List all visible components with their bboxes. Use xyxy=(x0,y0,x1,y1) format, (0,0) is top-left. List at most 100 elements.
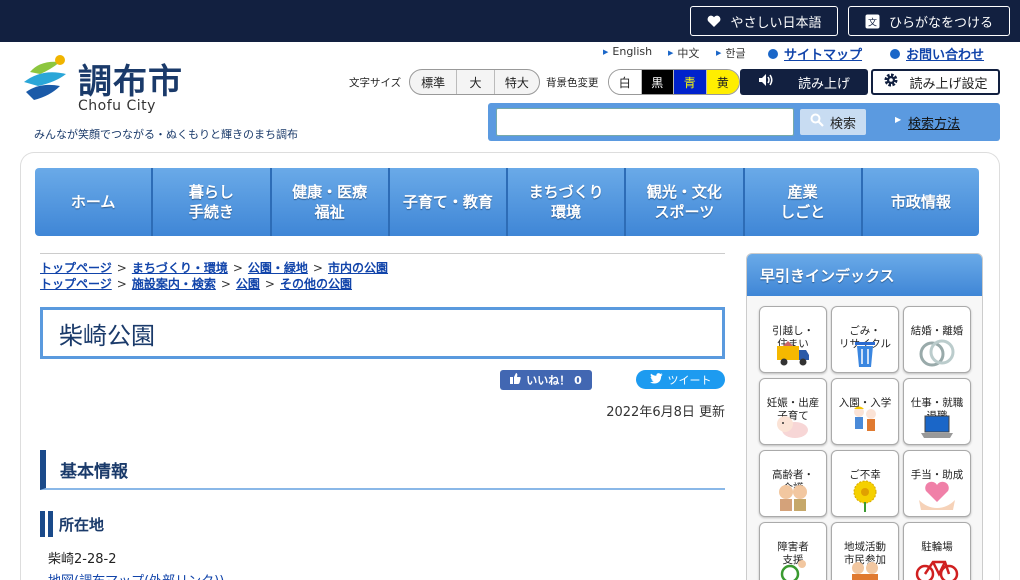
laptop-icon xyxy=(921,415,953,438)
city-logo[interactable]: 調布市 Chofu City xyxy=(20,52,200,118)
bg-color-selector: 白 黒 青 黄 xyxy=(608,69,740,95)
facebook-like-button[interactable]: いいね！ 0 xyxy=(500,370,592,390)
city-emblem-icon xyxy=(24,55,66,100)
bg-blue[interactable]: 青 xyxy=(674,70,707,94)
nav-town[interactable]: まちづくり 環境 xyxy=(508,168,627,236)
search-icon xyxy=(810,113,824,131)
quick-index-title: 早引きインデックス xyxy=(747,254,982,296)
index-tile-disability[interactable]: 障害者 支援 xyxy=(759,522,827,580)
index-tile-school[interactable]: 入園・入学 xyxy=(831,378,899,445)
search-button[interactable]: 検索 xyxy=(800,109,866,135)
search-help-link[interactable]: 検索方法 xyxy=(908,113,960,132)
bg-black[interactable]: 黒 xyxy=(641,70,674,94)
index-tile-community[interactable]: 地域活動 市民参加 xyxy=(831,522,899,580)
index-tile-pregnancy[interactable]: 妊娠・出産 子育て xyxy=(759,378,827,445)
furigana-button[interactable]: 文 ひらがなをつける xyxy=(848,6,1010,36)
gear-icon xyxy=(883,72,899,92)
search-bar: 検索 ▶ 検索方法 xyxy=(488,103,1000,141)
tweet-label: ツイート xyxy=(667,373,712,387)
people-icon xyxy=(852,562,878,580)
font-size-xlarge[interactable]: 特大 xyxy=(495,70,539,94)
global-nav: ホーム 暮らし 手続き 健康・医療 福祉 子育て・教育 まちづくり 環境 観光・… xyxy=(35,168,979,236)
city-name-romaji: Chofu City xyxy=(78,98,156,114)
index-tile-bereavement[interactable]: ご不幸 xyxy=(831,450,899,517)
index-tile-marriage[interactable]: 結婚・離婚 xyxy=(903,306,971,373)
nav-home[interactable]: ホーム xyxy=(35,168,154,236)
triangle-icon: ▶ xyxy=(603,47,609,56)
bicycle-icon xyxy=(915,560,959,580)
breadcrumb: トップページ > 施設案内・検索 > 公園 > その他の公園 xyxy=(40,277,352,291)
breadcrumb-link[interactable]: 施設案内・検索 xyxy=(132,277,216,291)
index-tile-elderly[interactable]: 高齢者・ 介護 xyxy=(759,450,827,517)
quick-index: 早引きインデックス 引越し・ 住まい ごみ・ リサイクル 結婚・離婚 妊娠・出産… xyxy=(746,253,983,580)
breadcrumb-link[interactable]: 市内の公園 xyxy=(328,261,388,275)
font-size-large[interactable]: 大 xyxy=(457,70,495,94)
triangle-icon: ▶ xyxy=(668,49,674,57)
lang-chinese-link[interactable]: ▶ 中文 xyxy=(668,45,699,61)
lang-english-label: English xyxy=(612,45,653,58)
nav-industry[interactable]: 産業 しごと xyxy=(745,168,863,236)
font-size-selector: 標準 大 特大 xyxy=(409,69,540,95)
map-link[interactable]: 地図(調布マップ(外部リンク)) xyxy=(48,570,224,580)
updated-date: 2022年6月8日 更新 xyxy=(606,405,725,420)
lang-korean-link[interactable]: ▶ 한글 xyxy=(716,45,746,61)
furigana-label: ひらがなをつける xyxy=(888,15,993,31)
heart-icon xyxy=(706,13,722,29)
read-aloud-label: 読み上げ xyxy=(797,76,850,92)
tile-label: 駐輪場 xyxy=(921,541,953,554)
index-tile-garbage[interactable]: ごみ・ リサイクル xyxy=(831,306,899,373)
easy-japanese-button[interactable]: やさしい日本語 xyxy=(690,6,838,36)
nav-tourism[interactable]: 観光・文化 スポーツ xyxy=(626,168,745,236)
read-settings-label: 読み上げ設定 xyxy=(909,76,988,92)
contact-link[interactable]: お問い合わせ xyxy=(890,44,984,63)
search-input[interactable] xyxy=(496,108,794,136)
city-tagline: みんなが笑顔でつながる・ぬくもりと輝きのまち調布 xyxy=(34,128,298,141)
svg-text:文: 文 xyxy=(868,16,877,28)
easy-japanese-label: やさしい日本語 xyxy=(730,15,822,31)
bullet-icon xyxy=(768,48,778,59)
wheelchair-icon xyxy=(780,560,806,580)
speaker-icon xyxy=(758,73,774,91)
heading-bars-icon xyxy=(40,511,53,537)
index-tile-moving[interactable]: 引越し・ 住まい xyxy=(759,306,827,373)
breadcrumb-link[interactable]: 公園 xyxy=(236,277,260,291)
rings-icon xyxy=(919,339,955,367)
breadcrumb-link[interactable]: その他の公園 xyxy=(280,277,352,291)
thumbs-up-icon xyxy=(510,373,521,387)
heart-hands-icon xyxy=(919,481,955,510)
nav-city-info[interactable]: 市政情報 xyxy=(863,168,979,236)
triangle-icon: ▶ xyxy=(716,49,722,57)
lang-chinese-label: 中文 xyxy=(677,47,700,60)
lang-english-link[interactable]: ▶ English xyxy=(603,45,652,58)
breadcrumb-link[interactable]: まちづくり・環境 xyxy=(132,261,228,275)
bg-white[interactable]: 白 xyxy=(609,70,642,94)
index-tile-bicycle-parking[interactable]: 駐輪場 xyxy=(903,522,971,580)
bg-color-label: 背景色変更 xyxy=(546,77,599,89)
sitemap-label[interactable]: サイトマップ xyxy=(784,44,862,63)
trash-can-icon xyxy=(855,342,875,367)
contact-label[interactable]: お問い合わせ xyxy=(906,44,984,63)
tweet-button[interactable]: ツイート xyxy=(636,370,725,389)
index-tile-work[interactable]: 仕事・就職 退職 xyxy=(903,378,971,445)
breadcrumb-link[interactable]: トップページ xyxy=(40,277,112,291)
nav-living[interactable]: 暮らし 手続き xyxy=(153,168,272,236)
nav-childcare[interactable]: 子育て・教育 xyxy=(390,168,508,236)
sitemap-link[interactable]: サイトマップ xyxy=(768,44,862,63)
like-label: いいね！ 0 xyxy=(526,374,582,387)
top-bar: やさしい日本語 文 ひらがなをつける xyxy=(0,0,1020,42)
font-size-standard[interactable]: 標準 xyxy=(410,70,458,94)
nav-health[interactable]: 健康・医療 福祉 xyxy=(272,168,390,236)
read-aloud-button[interactable]: 読み上げ xyxy=(740,69,868,95)
breadcrumb-link[interactable]: 公園・緑地 xyxy=(248,261,308,275)
bullet-icon xyxy=(890,48,900,59)
breadcrumb-link[interactable]: トップページ xyxy=(40,261,112,275)
city-name: 調布市 xyxy=(78,62,183,102)
subsection-heading: 所在地 xyxy=(40,511,104,537)
bg-yellow[interactable]: 黄 xyxy=(706,70,739,94)
students-icon xyxy=(854,406,876,431)
baby-icon xyxy=(777,416,808,438)
elderly-icon xyxy=(779,485,807,511)
index-tile-allowance[interactable]: 手当・助成 xyxy=(903,450,971,517)
read-settings-button[interactable]: 読み上げ設定 xyxy=(871,69,1000,95)
furigana-icon: 文 xyxy=(865,13,881,29)
